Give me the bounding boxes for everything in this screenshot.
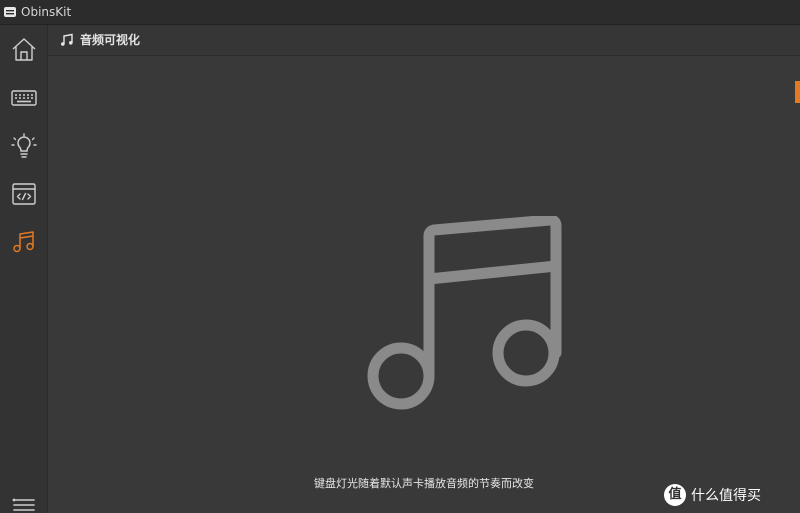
app-logo-icon [4,7,16,17]
title-bar: ObinsKit [0,0,800,25]
home-icon [12,38,36,61]
watermark-badge: 值 [664,484,686,506]
sidebar-item-lighting[interactable] [0,123,48,167]
music-note-icon [13,231,34,253]
watermark: 值 什么值得买 [664,483,794,509]
music-note-icon [367,216,562,410]
watermark-text: 什么值得买 [691,488,761,504]
app-title: ObinsKit [21,5,72,19]
keyboard-icon [11,90,37,106]
sidebar-item-music[interactable] [0,219,48,263]
watermark-badge-text: 值 [668,487,682,502]
page-title: 音频可视化 [80,33,141,47]
lightbulb-icon [11,133,37,158]
scroll-indicator[interactable] [795,81,800,103]
sidebar [0,25,48,513]
code-window-icon [12,183,36,205]
list-icon[interactable] [11,497,37,513]
main-content: 音频可视化 键盘灯光随着默认声卡播放音频的节奏而改变 值 什么值得买 [48,25,800,513]
sidebar-item-macro[interactable] [0,171,48,215]
sidebar-item-home[interactable] [0,27,48,71]
page-header: 音频可视化 [48,25,800,56]
music-note-icon [61,33,73,46]
sidebar-item-keyboard[interactable] [0,75,48,119]
app-window: ObinsKit 音频可视化 键盘灯光随着默认声卡播放音频的节奏而改变 值 什么… [0,0,800,513]
